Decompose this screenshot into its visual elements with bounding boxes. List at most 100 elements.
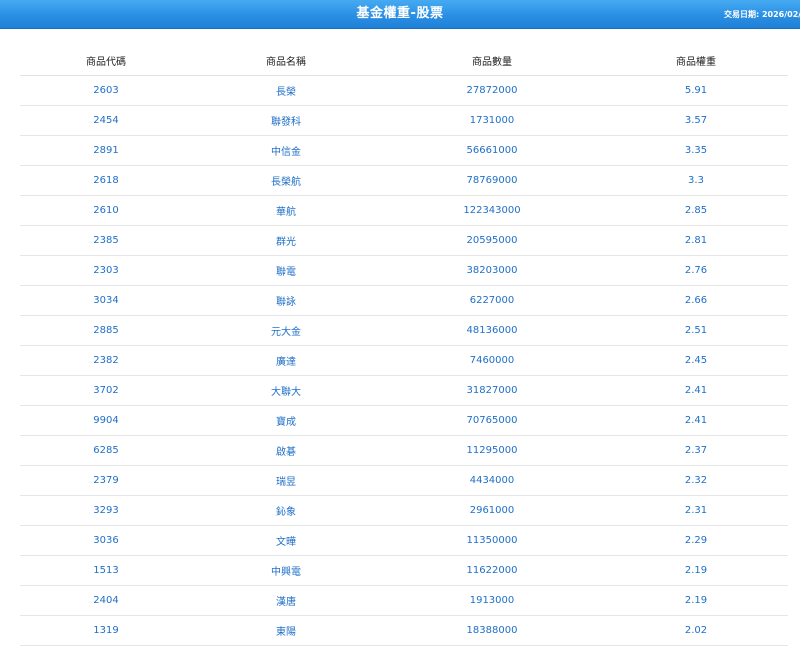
cell-name: 鈊象 [192,495,380,526]
cell-quantity: 4434000 [380,465,604,496]
cell-quantity: 56661000 [380,135,604,166]
trade-date: 交易日期: 2026/02/25 [724,10,800,19]
cell-weight: 2.85 [604,195,788,226]
cell-name: 瑞昱 [192,465,380,496]
cell-quantity: 20595000 [380,225,604,256]
cell-name: 寶成 [192,405,380,436]
column-header-quantity: 商品數量 [380,45,604,76]
cell-code: 1513 [20,555,192,586]
cell-quantity: 11295000 [380,435,604,466]
column-header-weight: 商品權重 [604,45,788,76]
cell-quantity: 7460000 [380,345,604,376]
table-row[interactable]: 3293 鈊象 2961000 2.31 [20,495,788,526]
table-row[interactable]: 3702 大聯大 31827000 2.41 [20,375,788,406]
cell-name: 啟碁 [192,435,380,466]
content-panel: 商品代碼 商品名稱 商品數量 商品權重 2603 長榮 27872000 5.91 24… [0,29,800,656]
table-row[interactable]: 2303 聯電 38203000 2.76 [20,255,788,286]
cell-name: 長榮 [192,75,380,106]
table-row[interactable]: 3036 文曄 11350000 2.29 [20,525,788,556]
page-title: 基金權重-股票 [356,6,444,21]
cell-quantity: 48136000 [380,315,604,346]
table-body: 2603 長榮 27872000 5.91 2454 聯發科 1731000 3.57 2891… [20,75,788,646]
cell-code: 2891 [20,135,192,166]
cell-name: 中信金 [192,135,380,166]
cell-weight: 2.31 [604,495,788,526]
cell-name: 東陽 [192,615,380,646]
table-row[interactable]: 1513 中興電 11622000 2.19 [20,555,788,586]
cell-code: 2454 [20,105,192,136]
cell-weight: 2.41 [604,375,788,406]
table-row[interactable]: 2885 元大金 48136000 2.51 [20,315,788,346]
holdings-table: 商品代碼 商品名稱 商品數量 商品權重 2603 長榮 27872000 5.91 24… [20,45,788,646]
cell-weight: 2.51 [604,315,788,346]
cell-weight: 2.81 [604,225,788,256]
cell-weight: 3.57 [604,105,788,136]
cell-code: 2885 [20,315,192,346]
cell-quantity: 11350000 [380,525,604,556]
table-row[interactable]: 2891 中信金 56661000 3.35 [20,135,788,166]
table-row[interactable]: 6285 啟碁 11295000 2.37 [20,435,788,466]
cell-quantity: 78769000 [380,165,604,196]
cell-weight: 2.37 [604,435,788,466]
cell-code: 3702 [20,375,192,406]
cell-code: 2379 [20,465,192,496]
table-row[interactable]: 2385 群光 20595000 2.81 [20,225,788,256]
table-row[interactable]: 1319 東陽 18388000 2.02 [20,615,788,646]
cell-quantity: 1731000 [380,105,604,136]
cell-name: 大聯大 [192,375,380,406]
cell-weight: 2.29 [604,525,788,556]
cell-quantity: 27872000 [380,75,604,106]
table-header-row: 商品代碼 商品名稱 商品數量 商品權重 [20,45,788,76]
table-row[interactable]: 2603 長榮 27872000 5.91 [20,75,788,106]
cell-code: 3034 [20,285,192,316]
cell-weight: 2.66 [604,285,788,316]
cell-quantity: 2961000 [380,495,604,526]
cell-weight: 3.35 [604,135,788,166]
table-row[interactable]: 9904 寶成 70765000 2.41 [20,405,788,436]
cell-code: 2404 [20,585,192,616]
cell-quantity: 70765000 [380,405,604,436]
table-row[interactable]: 2382 廣達 7460000 2.45 [20,345,788,376]
cell-code: 2382 [20,345,192,376]
column-header-name: 商品名稱 [192,45,380,76]
cell-quantity: 11622000 [380,555,604,586]
cell-weight: 5.91 [604,75,788,106]
cell-quantity: 1913000 [380,585,604,616]
cell-code: 9904 [20,405,192,436]
table-row[interactable]: 3034 聯詠 6227000 2.66 [20,285,788,316]
cell-code: 3293 [20,495,192,526]
cell-code: 2603 [20,75,192,106]
cell-name: 群光 [192,225,380,256]
cell-quantity: 18388000 [380,615,604,646]
cell-code: 6285 [20,435,192,466]
cell-name: 長榮航 [192,165,380,196]
cell-code: 2618 [20,165,192,196]
cell-name: 華航 [192,195,380,226]
table-row[interactable]: 2610 華航 122343000 2.85 [20,195,788,226]
cell-name: 聯詠 [192,285,380,316]
cell-code: 1319 [20,615,192,646]
cell-weight: 2.45 [604,345,788,376]
cell-name: 廣達 [192,345,380,376]
cell-weight: 3.3 [604,165,788,196]
cell-name: 元大金 [192,315,380,346]
cell-weight: 2.41 [604,405,788,436]
table-row[interactable]: 2379 瑞昱 4434000 2.32 [20,465,788,496]
cell-code: 2385 [20,225,192,256]
cell-name: 聯發科 [192,105,380,136]
table-row[interactable]: 2618 長榮航 78769000 3.3 [20,165,788,196]
cell-code: 2610 [20,195,192,226]
title-bar: 基金權重-股票 交易日期: 2026/02/25 [0,0,800,29]
cell-weight: 2.76 [604,255,788,286]
cell-name: 中興電 [192,555,380,586]
cell-weight: 2.02 [604,615,788,646]
fund-weight-page: 基金權重-股票 交易日期: 2026/02/25 商品代碼 商品名稱 商品數量 … [0,0,800,656]
cell-code: 3036 [20,525,192,556]
table-row[interactable]: 2404 漢唐 1913000 2.19 [20,585,788,616]
cell-name: 文曄 [192,525,380,556]
cell-name: 聯電 [192,255,380,286]
cell-code: 2303 [20,255,192,286]
cell-quantity: 122343000 [380,195,604,226]
table-row[interactable]: 2454 聯發科 1731000 3.57 [20,105,788,136]
cell-quantity: 31827000 [380,375,604,406]
